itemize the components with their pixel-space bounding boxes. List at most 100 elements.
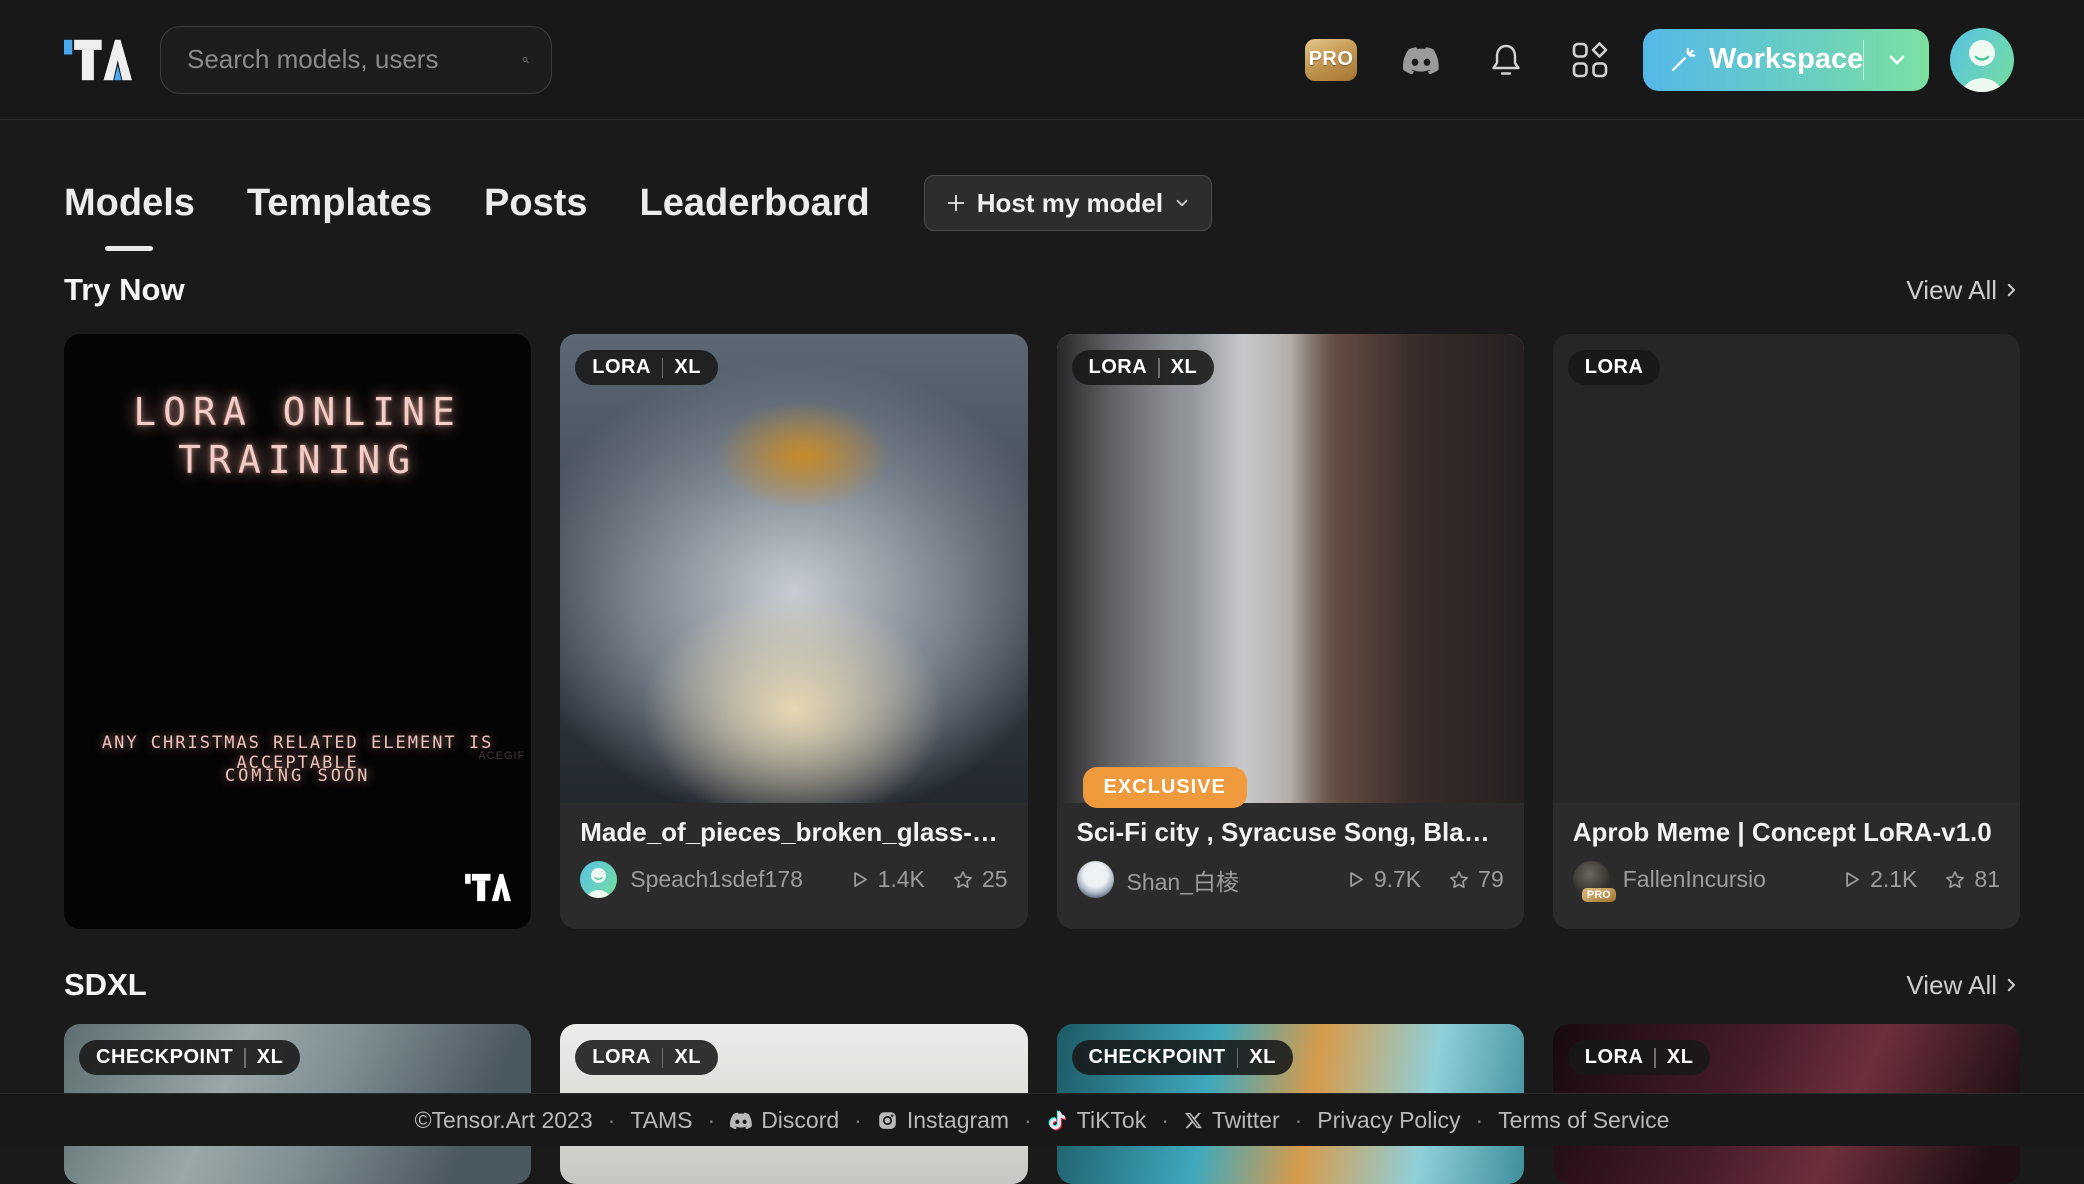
- model-stats: 1.4K 25: [849, 866, 1008, 893]
- author-name[interactable]: Speach1sdef178: [630, 866, 848, 893]
- badge-divider: [661, 357, 664, 378]
- tab-models[interactable]: Models: [64, 182, 195, 225]
- search-input[interactable]: [187, 44, 522, 75]
- stars-stat[interactable]: 81: [1944, 866, 2000, 893]
- footer-separator: ·: [707, 1106, 716, 1133]
- runs-stat: 2.1K: [1841, 866, 1917, 893]
- view-all-label: View All: [1906, 274, 1997, 305]
- chevron-right-icon: [2007, 283, 2015, 297]
- instagram-icon: [879, 1111, 896, 1129]
- stars-stat[interactable]: 79: [1448, 866, 1504, 893]
- search-icon[interactable]: [522, 46, 529, 74]
- exclusive-badge: EXCLUSIVE: [1082, 767, 1247, 808]
- promo-headline: LORA ONLINE TRAINING: [133, 390, 462, 482]
- top-navbar: PRO Workspace: [0, 0, 2084, 120]
- footer-link-tiktok[interactable]: TiKTok: [1047, 1107, 1146, 1134]
- play-icon: [1350, 872, 1363, 887]
- model-type-badge: LORA XL: [575, 1040, 718, 1075]
- footer-link-twitter[interactable]: Twitter: [1184, 1107, 1280, 1134]
- try-now-view-all-link[interactable]: View All: [1906, 275, 2020, 306]
- tab-leaderboard[interactable]: Leaderboard: [640, 182, 870, 225]
- badge-lora: LORA: [1584, 356, 1644, 378]
- badge-lora: LORA: [592, 356, 651, 378]
- user-avatar[interactable]: [1950, 27, 2014, 92]
- badge-divider: [1158, 357, 1160, 378]
- footer-copyright: ©Tensor.Art 2023: [414, 1106, 593, 1133]
- pro-badge[interactable]: PRO: [1305, 38, 1357, 81]
- footer-link-terms-of-service[interactable]: Terms of Service: [1498, 1107, 1669, 1134]
- main-nav-tabs: Models Templates Posts Leaderboard Host …: [64, 175, 2020, 231]
- search-bar[interactable]: [160, 25, 552, 94]
- site-footer: ©Tensor.Art 2023 · TAMS · Discord · Inst…: [0, 1093, 2084, 1146]
- author-row: Speach1sdef178 1.4K 25: [580, 861, 1008, 898]
- workspace-button[interactable]: Workspace: [1643, 28, 1929, 91]
- badge-xl: XL: [1170, 356, 1198, 378]
- model-title[interactable]: Made_of_pieces_broken_glass-Pie...: [580, 817, 1007, 848]
- footer-separator: ·: [1161, 1106, 1169, 1133]
- play-icon: [1846, 872, 1860, 887]
- discord-icon[interactable]: [1403, 46, 1439, 74]
- header-actions: PRO Workspace: [1305, 27, 2014, 92]
- magic-wand-icon: [1671, 47, 1696, 71]
- sdxl-view-all-link[interactable]: View All: [1906, 970, 2020, 1001]
- model-type-badge: LORA XL: [1567, 1040, 1711, 1075]
- model-card-image-lion-crown[interactable]: LORA XL: [560, 334, 1028, 803]
- section-title-try-now: Try Now: [64, 272, 185, 307]
- chevron-right-icon: [2007, 978, 2015, 992]
- model-card-broken-glass[interactable]: LORA XL Made_of_pieces_broken_glass-Pie.…: [560, 334, 1028, 929]
- author-name[interactable]: FallenIncursio: [1623, 866, 1841, 893]
- model-stats: 9.7K 79: [1345, 866, 1504, 893]
- model-type-badge: LORA: [1567, 350, 1661, 385]
- footer-link-discord[interactable]: Discord: [730, 1107, 839, 1134]
- footer-separator: ·: [1475, 1106, 1484, 1133]
- stars-stat[interactable]: 25: [952, 866, 1008, 893]
- author-avatar[interactable]: PRO: [1572, 861, 1616, 902]
- author-pro-badge: PRO: [1581, 888, 1616, 902]
- try-now-card-grid: LORA ONLINE TRAINING ANY CHRISTMAS RELAT…: [64, 334, 2020, 929]
- author-name[interactable]: Shan_白棱: [1127, 863, 1345, 897]
- host-my-model-button[interactable]: Host my model: [923, 175, 1213, 231]
- model-title[interactable]: Aprob Meme | Concept LoRA-v1.0: [1573, 817, 2000, 848]
- promo-ta-logo: [465, 873, 512, 902]
- view-all-label: View All: [1906, 969, 1997, 1000]
- plus-icon: [947, 194, 964, 212]
- author-row: PRO FallenIncursio 2.1K 81: [1572, 861, 2000, 902]
- runs-stat: 1.4K: [849, 866, 925, 893]
- notifications-bell-icon[interactable]: [1489, 42, 1523, 78]
- footer-link-privacy-policy[interactable]: Privacy Policy: [1317, 1107, 1460, 1134]
- model-card-image-anime-girl[interactable]: LORA: [1553, 334, 2020, 803]
- author-avatar[interactable]: [580, 861, 618, 898]
- star-icon: [1450, 870, 1469, 888]
- model-title[interactable]: Sci-Fi city , Syracuse Song, Black a...: [1077, 817, 1504, 848]
- model-card-image-scifi-city[interactable]: LORA XL EXCLUSIVE: [1056, 334, 1524, 808]
- footer-link-instagram[interactable]: Instagram: [877, 1107, 1009, 1134]
- sdxl-section-header: SDXL View All: [64, 967, 2020, 1003]
- model-card-aprob-meme[interactable]: LORA Aprob Meme | Concept LoRA-v1.0 PRO …: [1552, 334, 2020, 929]
- workspace-label: Workspace: [1709, 43, 1864, 75]
- promo-watermark: ACEGIF: [478, 750, 526, 762]
- star-icon: [954, 870, 972, 888]
- discord-icon: [730, 1112, 753, 1129]
- author-avatar[interactable]: [1076, 861, 1114, 898]
- lora-online-training-promo-card[interactable]: LORA ONLINE TRAINING ANY CHRISTMAS RELAT…: [64, 334, 532, 929]
- footer-separator: ·: [1024, 1106, 1032, 1133]
- model-type-badge: CHECKPOINT XL: [79, 1040, 301, 1075]
- model-card-scifi-city[interactable]: LORA XL EXCLUSIVE Sci-Fi city , Syracuse…: [1056, 334, 1524, 929]
- workspace-chevron-down-icon[interactable]: [1864, 48, 1929, 72]
- footer-separator: ·: [607, 1106, 616, 1133]
- apps-grid-icon[interactable]: [1571, 41, 1609, 79]
- model-type-badge: LORA XL: [1071, 350, 1215, 385]
- tensor-art-homepage: { "header": { "logo": "TA", "search": { …: [0, 0, 2084, 1184]
- try-now-section-header: Try Now View All: [64, 272, 2020, 308]
- footer-link-tams[interactable]: TAMS: [630, 1107, 692, 1134]
- model-card-footer: Aprob Meme | Concept LoRA-v1.0 PRO Falle…: [1552, 803, 2020, 929]
- tab-templates[interactable]: Templates: [247, 182, 432, 225]
- tab-posts[interactable]: Posts: [484, 182, 587, 225]
- footer-separator: ·: [854, 1106, 862, 1133]
- tensor-art-logo[interactable]: [64, 36, 132, 84]
- star-icon: [1946, 870, 1965, 888]
- runs-stat: 9.7K: [1345, 866, 1421, 893]
- model-card-footer: Made_of_pieces_broken_glass-Pie... Speac…: [560, 803, 1028, 929]
- footer-separator: ·: [1294, 1106, 1303, 1133]
- section-title-sdxl: SDXL: [64, 967, 147, 1002]
